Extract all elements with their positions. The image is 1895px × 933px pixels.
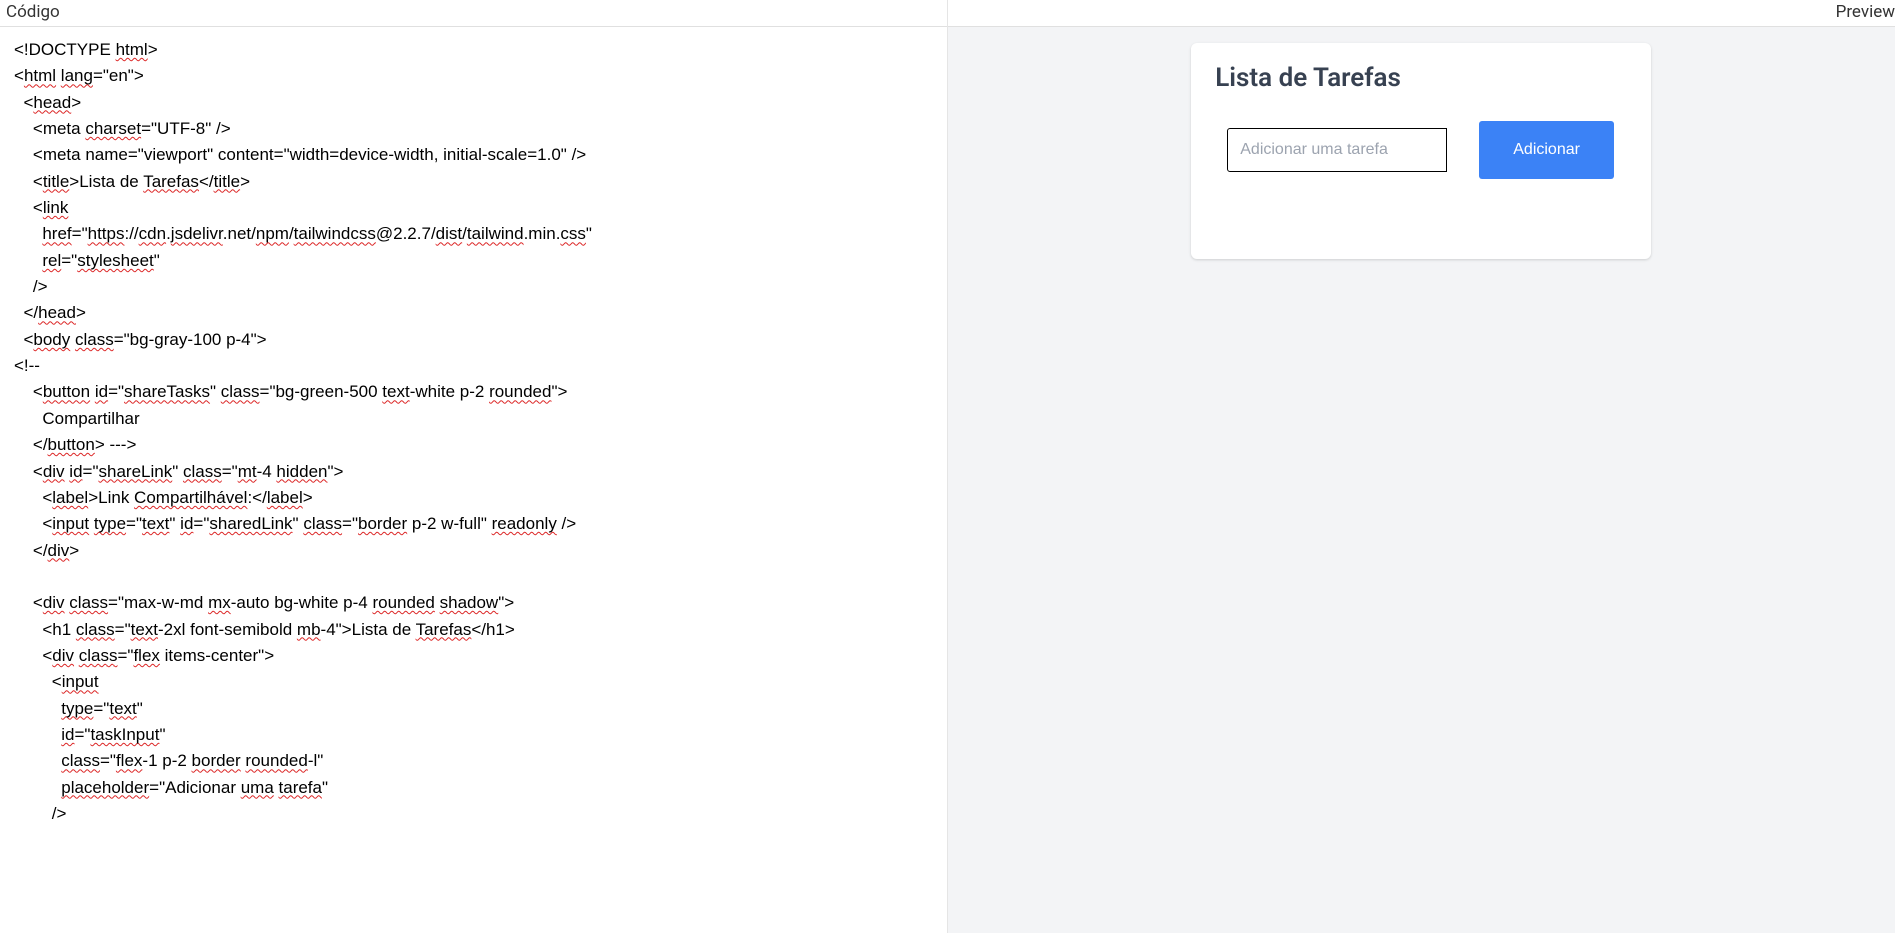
code-panel-header: Código — [0, 0, 947, 27]
code-editor[interactable]: <!DOCTYPE html> <html lang="en"> <head> … — [0, 27, 947, 933]
preview-panel-header: Preview — [948, 0, 1895, 27]
input-row: Adicionar — [1215, 121, 1627, 179]
task-input[interactable] — [1227, 128, 1447, 172]
add-button[interactable]: Adicionar — [1479, 121, 1614, 179]
preview-panel: Preview Lista de Tarefas Adicionar — [948, 0, 1895, 933]
task-card: Lista de Tarefas Adicionar — [1191, 43, 1651, 259]
code-wrapper: <!DOCTYPE html> <html lang="en"> <head> … — [0, 27, 947, 933]
app-container: Código <!DOCTYPE html> <html lang="en"> … — [0, 0, 1895, 933]
card-title: Lista de Tarefas — [1215, 63, 1627, 93]
code-panel: Código <!DOCTYPE html> <html lang="en"> … — [0, 0, 948, 933]
preview-area: Lista de Tarefas Adicionar — [948, 27, 1895, 933]
